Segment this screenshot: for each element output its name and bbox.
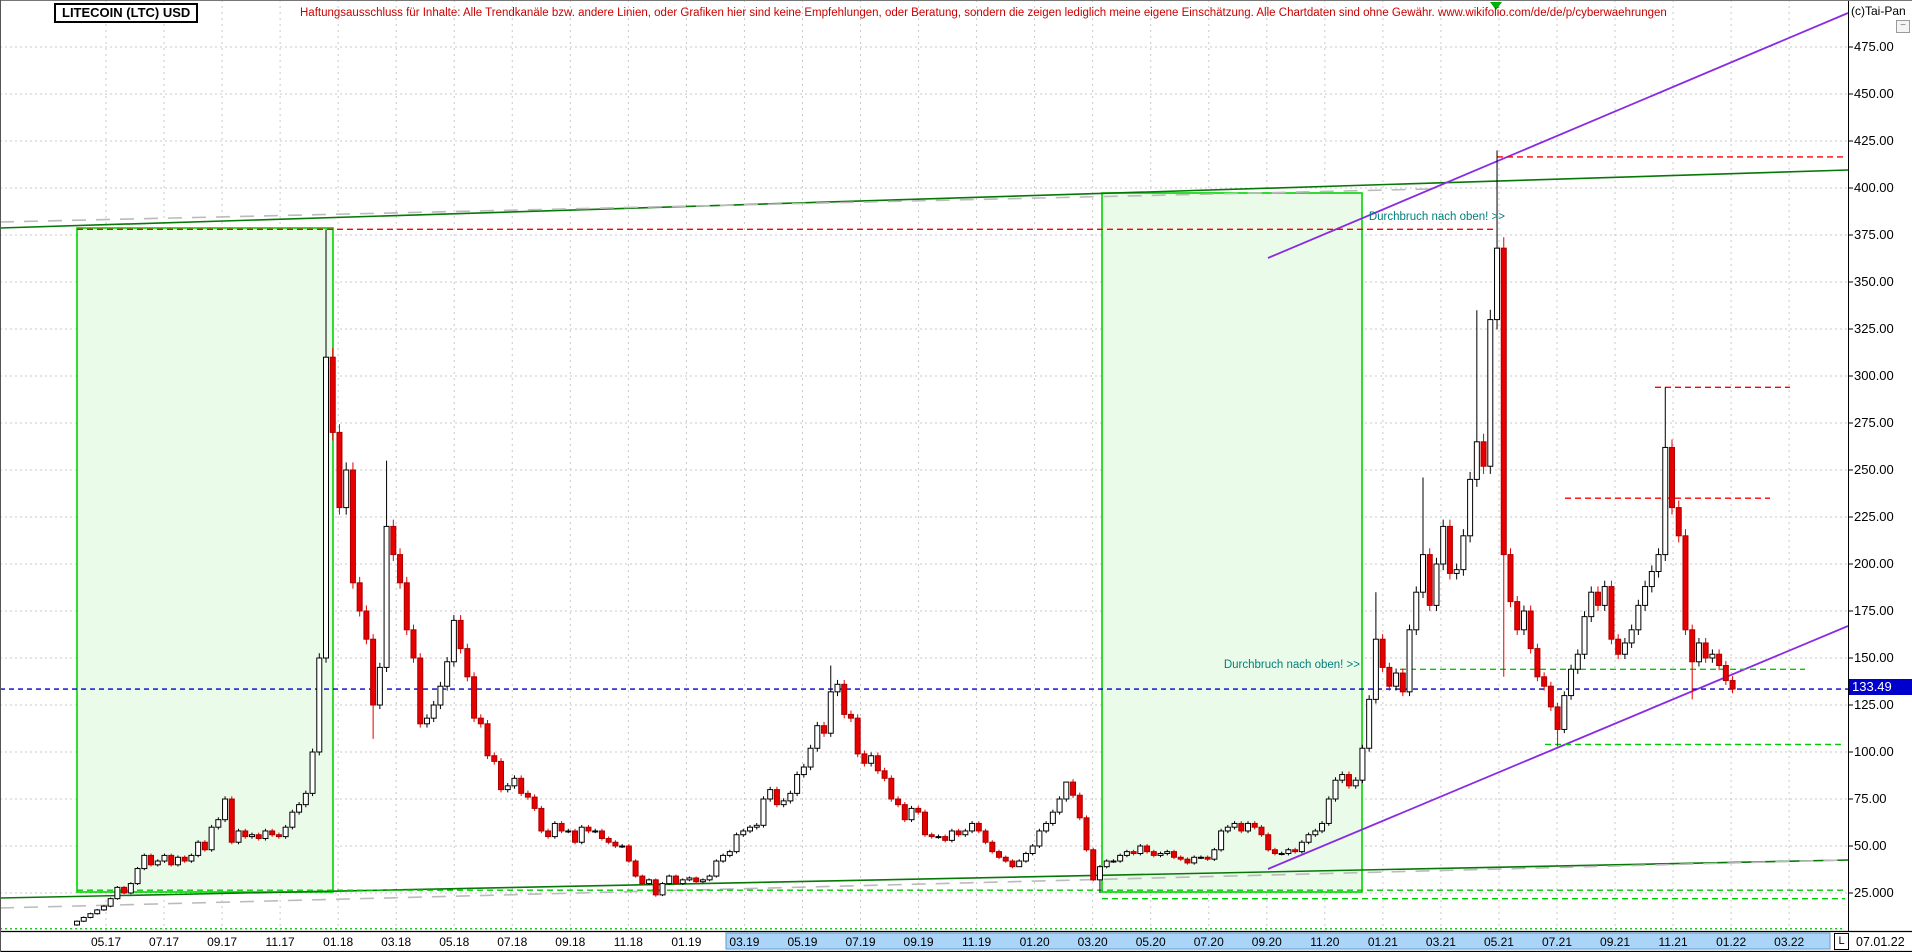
time-tick-label: 11.19	[962, 935, 992, 949]
time-tick-label: 03.21	[1425, 935, 1456, 949]
price-tick-label: 150.00	[1854, 650, 1894, 665]
price-tick-label: 450.00	[1854, 86, 1894, 101]
disclaimer-text: Haftungsausschluss für Inhalte: Alle Tre…	[300, 7, 1667, 19]
time-tick-label: 11.21	[1658, 935, 1688, 949]
time-tick-label: 05.20	[1135, 935, 1166, 949]
time-tick-label: 09.19	[903, 935, 934, 949]
time-tick-label: 11.17	[265, 935, 295, 949]
price-chart[interactable]	[0, 0, 1912, 952]
time-tick-label: 01.19	[671, 935, 702, 949]
time-tick-label: 03.18	[381, 935, 412, 949]
annotation-breakout-mid: Durchbruch nach oben! >>	[1223, 659, 1360, 671]
time-tick-label: 05.18	[439, 935, 470, 949]
price-tick-label: 25.000	[1854, 885, 1894, 900]
time-tick-label: 05.19	[787, 935, 818, 949]
time-tick-label: 01.21	[1367, 935, 1398, 949]
price-tick-label: 375.00	[1854, 227, 1894, 242]
time-tick-label: 07.21	[1541, 935, 1573, 949]
time-tick-label: 03.22	[1774, 935, 1805, 949]
time-tick-label: 07.17	[149, 935, 180, 949]
time-tick-label: 07.18	[497, 935, 528, 949]
price-tick-label: 50.00	[1854, 838, 1887, 853]
time-tick-label: 01.20	[1019, 935, 1050, 949]
time-tick-label: 09.20	[1251, 935, 1282, 949]
axis-end-marker: L	[1834, 933, 1849, 950]
last-price-badge: 133.49	[1849, 679, 1912, 695]
time-tick-label: 07.19	[845, 935, 876, 949]
copyright-label: (c)Tai-Pan	[1851, 4, 1906, 18]
time-tick-label: 03.20	[1077, 935, 1108, 949]
annotation-breakout-upper: Durchbruch nach oben! >>	[1368, 211, 1505, 223]
time-tick-label: 01.22	[1716, 935, 1747, 949]
price-tick-label: 275.00	[1854, 415, 1894, 430]
price-tick-label: 325.00	[1854, 321, 1894, 336]
time-tick-label: 05.21	[1483, 935, 1514, 949]
minimize-icon[interactable]: −	[1896, 20, 1910, 33]
price-tick-label: 350.00	[1854, 274, 1894, 289]
price-tick-label: 175.00	[1854, 603, 1894, 618]
price-tick-label: 225.00	[1854, 509, 1894, 524]
time-tick-label: 11.20	[1310, 935, 1340, 949]
time-tick-label: 07.20	[1193, 935, 1224, 949]
time-tick-label: 01.18	[323, 935, 354, 949]
last-date-label: 07.01.22	[1856, 935, 1905, 949]
price-tick-label: 75.00	[1854, 791, 1887, 806]
time-tick-label: 05.17	[90, 935, 122, 949]
time-tick-label: 11.18	[613, 935, 643, 949]
chart-title: LITECOIN (LTC) USD	[54, 3, 199, 23]
chart-window: LITECOIN (LTC) USD Haftungsausschluss fü…	[0, 0, 1912, 952]
price-tick-label: 200.00	[1854, 556, 1894, 571]
price-tick-label: 100.00	[1854, 744, 1894, 759]
time-tick-label: 09.18	[555, 935, 586, 949]
time-tick-label: 09.17	[207, 935, 238, 949]
price-tick-label: 300.00	[1854, 368, 1894, 383]
time-tick-label: 03.19	[729, 935, 760, 949]
price-tick-label: 400.00	[1854, 180, 1894, 195]
price-tick-label: 425.00	[1854, 133, 1894, 148]
price-tick-label: 475.00	[1854, 39, 1894, 54]
time-tick-label: 09.21	[1600, 935, 1631, 949]
price-tick-label: 250.00	[1854, 462, 1894, 477]
price-tick-label: 125.00	[1854, 697, 1894, 712]
